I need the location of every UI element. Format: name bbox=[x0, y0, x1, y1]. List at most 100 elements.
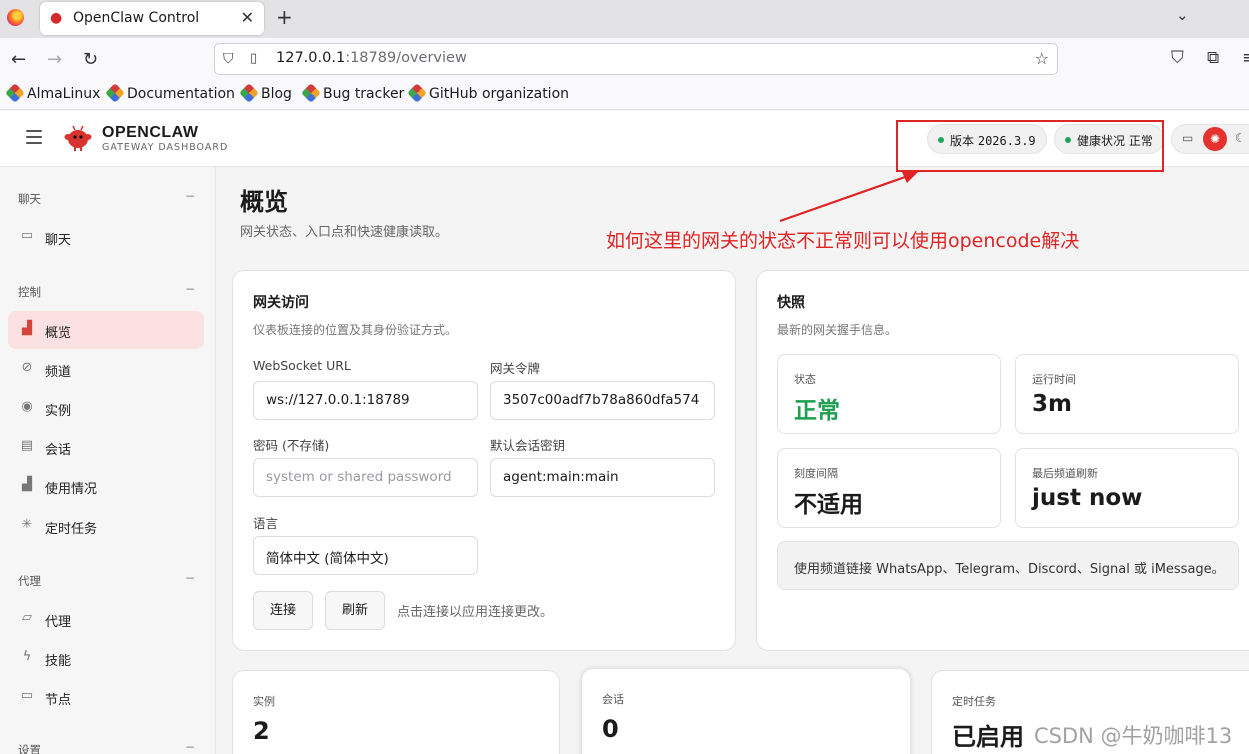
sidebar-section-settings: 设置 bbox=[18, 743, 41, 754]
stat-tick-interval: 刻度间隔 不适用 bbox=[777, 448, 1001, 528]
card-title: 网关访问 bbox=[253, 295, 309, 311]
openclaw-logo-icon bbox=[64, 125, 92, 151]
bookmark-item[interactable]: Documentation bbox=[105, 83, 235, 103]
browser-tab[interactable]: ● OpenClaw Control ✕ bbox=[40, 2, 264, 35]
websocket-url-label: WebSocket URL bbox=[253, 358, 351, 373]
websocket-url-input[interactable]: ws://127.0.0.1:18789 bbox=[253, 381, 478, 420]
forward-arrow-icon[interactable]: → bbox=[47, 49, 62, 70]
sidebar-item-sessions[interactable]: ▤ 会话 bbox=[8, 428, 204, 466]
back-arrow-icon[interactable]: ← bbox=[11, 49, 26, 70]
url-host: 127.0.0.1 bbox=[276, 50, 346, 66]
url-bar[interactable]: ⛉ ▯ 127.0.0.1:18789/overview ☆ bbox=[214, 43, 1058, 75]
language-label: 语言 bbox=[253, 516, 279, 531]
menu-icon[interactable]: ≡ bbox=[1242, 48, 1249, 68]
url-path: :18789/overview bbox=[345, 50, 467, 66]
card-title: 快照 bbox=[777, 295, 805, 311]
bookmark-item[interactable]: AlmaLinux bbox=[5, 83, 100, 103]
sidebar-item-nodes[interactable]: ▭ 节点 bbox=[8, 678, 204, 716]
page-info-icon[interactable]: ▯ bbox=[250, 51, 257, 66]
bookmark-item[interactable]: GitHub organization bbox=[407, 83, 569, 103]
sidebar-section-agents: 代理 bbox=[18, 574, 41, 588]
annotation-highlight-box bbox=[896, 120, 1164, 172]
extensions-icon[interactable]: ⧉ bbox=[1207, 48, 1219, 68]
url-text[interactable]: 127.0.0.1:18789/overview bbox=[276, 50, 467, 66]
brand-subtitle: GATEWAY DASHBOARD bbox=[102, 142, 229, 153]
page-title: 概览 bbox=[240, 188, 288, 216]
status-value: 正常 bbox=[794, 398, 840, 424]
sidebar-item-chat[interactable]: ▭ 聊天 bbox=[8, 218, 204, 256]
bookmark-icon bbox=[105, 83, 125, 103]
session-key-label: 默认会话密钥 bbox=[490, 438, 566, 453]
theme-switcher: ▭ ✺ ☾ bbox=[1171, 124, 1249, 154]
sessions-card[interactable]: 会话 0 bbox=[581, 668, 911, 754]
sidebar-section-chat: 聊天 bbox=[18, 192, 41, 206]
password-input[interactable]: system or shared password bbox=[253, 458, 478, 497]
session-key-input[interactable]: agent:main:main bbox=[490, 458, 715, 497]
sidebar-item-skills[interactable]: ϟ 技能 bbox=[8, 639, 204, 677]
annotation-arrow bbox=[779, 172, 918, 223]
connect-hint: 点击连接以应用连接更改。 bbox=[397, 605, 554, 620]
language-select[interactable]: 简体中文 (简体中文) bbox=[253, 536, 478, 575]
bolt-icon: ϟ bbox=[22, 649, 32, 664]
link-icon: ⊘ bbox=[21, 360, 33, 375]
radio-icon: ◉ bbox=[21, 399, 33, 414]
shield-icon[interactable]: ⛉ bbox=[223, 51, 234, 67]
firefox-icon[interactable] bbox=[7, 9, 24, 26]
sidebar-section-control: 控制 bbox=[18, 285, 41, 299]
monitor-icon[interactable]: ▭ bbox=[1182, 131, 1193, 145]
stat-last-channel-refresh: 最后频道刷新 just now bbox=[1015, 448, 1239, 528]
brand-name: OPENCLAW bbox=[102, 124, 199, 141]
connect-button[interactable]: 连接 bbox=[253, 591, 313, 630]
gateway-token-label: 网关令牌 bbox=[490, 361, 541, 376]
bookmark-icon bbox=[301, 83, 321, 103]
stat-uptime: 运行时间 3m bbox=[1015, 354, 1239, 434]
list-tabs-chevron-icon[interactable]: ⌄ bbox=[1176, 6, 1189, 24]
sidebar-item-usage[interactable]: ▟ 使用情况 bbox=[8, 467, 204, 505]
annotation-text: 如何这里的网关的状态不正常则可以使用opencode解决 bbox=[606, 230, 1080, 252]
collapse-icon[interactable]: − bbox=[185, 571, 195, 585]
card-subtitle: 仪表板连接的位置及其身份验证方式。 bbox=[253, 323, 458, 337]
pocket-icon[interactable]: ⛉ bbox=[1171, 48, 1184, 68]
bookmark-icon bbox=[5, 83, 25, 103]
refresh-button[interactable]: 刷新 bbox=[325, 591, 385, 630]
document-icon: ▤ bbox=[20, 438, 34, 453]
bookmark-icon bbox=[407, 83, 427, 103]
bar-chart-icon: ▟ bbox=[22, 321, 32, 336]
collapse-icon[interactable]: − bbox=[185, 740, 195, 754]
snapshot-card: 快照 最新的网关握手信息。 状态 正常 运行时间 3m 刻度间隔 不适用 最后频… bbox=[756, 270, 1249, 651]
sidebar-item-overview[interactable]: ▟ 概览 bbox=[8, 311, 204, 349]
reload-icon[interactable]: ↻ bbox=[83, 49, 98, 70]
loader-icon: ✳ bbox=[21, 517, 33, 532]
moon-icon[interactable]: ☾ bbox=[1235, 131, 1246, 145]
hamburger-menu-icon[interactable] bbox=[26, 130, 42, 144]
card-subtitle: 最新的网关握手信息。 bbox=[777, 323, 898, 337]
watermark: CSDN @牛奶咖啡13 bbox=[1034, 724, 1233, 748]
sidebar-item-instances[interactable]: ◉ 实例 bbox=[8, 389, 204, 427]
new-tab-icon[interactable]: + bbox=[276, 5, 293, 29]
bookmark-item[interactable]: Bug tracker bbox=[301, 83, 404, 103]
stat-status: 状态 正常 bbox=[777, 354, 1001, 434]
gateway-token-input[interactable]: 3507c00adf7b78a860dfa574 bbox=[490, 381, 715, 420]
page-subtitle: 网关状态、入口点和快速健康读取。 bbox=[240, 225, 449, 240]
channels-callout: 使用频道链接 WhatsApp、Telegram、Discord、Signal … bbox=[777, 541, 1239, 590]
sidebar-item-cron[interactable]: ✳ 定时任务 bbox=[8, 507, 204, 545]
bookmarks-toolbar: AlmaLinux Documentation Blog Bug tracker… bbox=[0, 82, 1249, 110]
gateway-access-card: 网关访问 仪表板连接的位置及其身份验证方式。 WebSocket URL ws:… bbox=[232, 270, 736, 651]
bookmark-star-icon[interactable]: ☆ bbox=[1035, 49, 1049, 68]
collapse-icon[interactable]: − bbox=[185, 282, 195, 296]
tab-title: OpenClaw Control bbox=[73, 10, 200, 26]
sun-icon[interactable]: ✺ bbox=[1203, 127, 1227, 151]
monitor-icon: ▭ bbox=[20, 688, 34, 703]
close-tab-icon[interactable]: ✕ bbox=[241, 8, 254, 27]
openclaw-favicon-icon: ● bbox=[50, 10, 63, 26]
password-label: 密码 (不存储) bbox=[253, 438, 330, 453]
browser-navbar: ← → ↻ ⛉ ▯ 127.0.0.1:18789/overview ☆ ⛉ ⧉… bbox=[0, 38, 1249, 82]
bookmark-icon bbox=[239, 83, 259, 103]
browser-tabstrip: ● OpenClaw Control ✕ + ⌄ bbox=[0, 0, 1249, 38]
sidebar-item-agents[interactable]: ▱ 代理 bbox=[8, 600, 204, 638]
instances-card[interactable]: 实例 2 bbox=[232, 670, 560, 754]
collapse-icon[interactable]: − bbox=[185, 189, 195, 203]
bookmark-item[interactable]: Blog bbox=[239, 83, 292, 103]
sidebar-item-channels[interactable]: ⊘ 频道 bbox=[8, 350, 204, 388]
sidebar: 聊天 − ▭ 聊天 控制 − ▟ 概览 ⊘ 频道 ◉ 实例 ▤ 会话 ▟ 使用情… bbox=[0, 167, 216, 754]
